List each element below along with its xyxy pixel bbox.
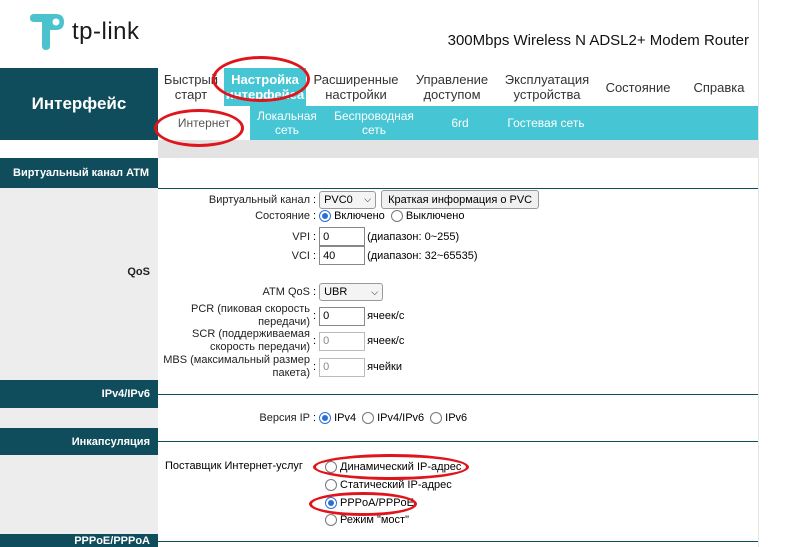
tab-access-management[interactable]: Управление доступом bbox=[406, 68, 498, 106]
section-ipv: IPv4/IPv6 bbox=[0, 380, 158, 408]
chevron-down-icon: ⌵ bbox=[371, 286, 379, 297]
pcr-unit: ячеек/с bbox=[367, 310, 405, 322]
model-title: 300Mbps Wireless N ADSL2+ Modem Router bbox=[447, 32, 749, 49]
vpi-label: VPI bbox=[292, 230, 310, 243]
tab-advanced[interactable]: Расширенные настройки bbox=[306, 68, 406, 106]
ipv4v6-option[interactable]: IPv4/IPv6 bbox=[362, 412, 424, 424]
section-pppoe: PPPoE/PPPoA bbox=[0, 534, 158, 547]
pvc-info-button[interactable]: Краткая информация о PVC bbox=[381, 190, 540, 209]
ipv4-option[interactable]: IPv4 bbox=[319, 412, 356, 424]
tp-link-logo-icon bbox=[30, 14, 64, 50]
tab-interface-setup[interactable]: Настройка интерфейса bbox=[224, 68, 306, 106]
scr-unit: ячеек/с bbox=[367, 335, 405, 347]
row-mbs: MBS (максимальный размер пакета) : 0 яче… bbox=[160, 354, 402, 380]
sub-menu: Интернет Локальная сеть Беспроводная сет… bbox=[158, 106, 758, 140]
isp-static-option[interactable]: Статический IP-адрес bbox=[325, 479, 452, 491]
state-on-radio[interactable] bbox=[319, 210, 332, 222]
page-title: Интерфейс bbox=[0, 68, 158, 140]
subtab-lan[interactable]: Локальная сеть bbox=[250, 106, 324, 140]
divider bbox=[158, 394, 758, 395]
vci-label: VCI bbox=[291, 249, 310, 262]
section-encapsulation: Инкапсуляция bbox=[0, 428, 158, 455]
isp-pppoe-option[interactable]: PPPoA/PPPoE bbox=[325, 497, 414, 509]
tab-maintenance[interactable]: Эксплуатация устройства bbox=[498, 68, 596, 106]
isp-pppoe-radio[interactable] bbox=[325, 497, 337, 509]
divider bbox=[158, 188, 758, 189]
row-atm-qos: ATM QoS : UBR ⌵ bbox=[160, 283, 384, 301]
divider bbox=[158, 541, 758, 542]
row-vci: VCI : 40 (диапазон: 32~65535) bbox=[160, 246, 478, 265]
ipv4v6-radio[interactable] bbox=[362, 412, 375, 424]
top-menu: Быстрый старт Настройка интерфейса Расши… bbox=[158, 68, 758, 106]
logo-text: tp-link bbox=[72, 18, 140, 45]
vpi-range: (диапазон: 0~255) bbox=[367, 230, 460, 243]
tp-link-logo[interactable]: tp-link bbox=[28, 12, 140, 52]
left-column bbox=[0, 158, 158, 547]
scr-label: SCR (поддерживаемая скорость передачи) bbox=[192, 328, 310, 353]
row-scr: SCR (поддерживаемая скорость передачи) :… bbox=[160, 328, 404, 354]
vc-value: PVC0 bbox=[324, 193, 353, 206]
isp-label-row: Поставщик Интернет-услуг bbox=[165, 460, 303, 472]
isp-dynamic-option[interactable]: Динамический IP-адрес bbox=[325, 461, 461, 473]
atm-qos-value: UBR bbox=[324, 286, 348, 298]
ipv6-option[interactable]: IPv6 bbox=[430, 412, 467, 424]
isp-dynamic-radio[interactable] bbox=[325, 461, 337, 473]
row-state: Состояние : Включено Выключено bbox=[160, 210, 470, 222]
isp-bridge-radio[interactable] bbox=[325, 514, 337, 526]
mbs-label: MBS (максимальный размер пакета) bbox=[163, 354, 310, 379]
page-right-edge bbox=[758, 0, 793, 547]
header: tp-link 300Mbps Wireless N ADSL2+ Modem … bbox=[0, 0, 758, 68]
mbs-input[interactable]: 0 bbox=[319, 357, 366, 377]
atm-qos-label: ATM QoS bbox=[262, 286, 310, 298]
vc-label: Виртуальный канал bbox=[208, 193, 310, 206]
vpi-input[interactable]: 0 bbox=[319, 227, 366, 246]
scr-input[interactable]: 0 bbox=[319, 331, 366, 351]
row-ip-version: Версия IP : IPv4 IPv4/IPv6 IPv6 bbox=[160, 412, 473, 424]
subtab-internet[interactable]: Интернет bbox=[158, 106, 250, 140]
section-qos: QoS bbox=[127, 266, 150, 278]
mbs-unit: ячейки bbox=[367, 361, 402, 373]
subtab-6rd[interactable]: 6rd bbox=[424, 106, 496, 140]
tab-status[interactable]: Состояние bbox=[596, 68, 680, 106]
state-label: Состояние bbox=[255, 210, 310, 222]
tab-quick-start[interactable]: Быстрый старт bbox=[158, 68, 224, 106]
vc-select[interactable]: PVC0 ⌵ bbox=[319, 190, 377, 209]
state-off-radio[interactable] bbox=[390, 210, 403, 222]
vci-input[interactable]: 40 bbox=[319, 246, 366, 265]
isp-static-radio[interactable] bbox=[325, 479, 337, 491]
divider bbox=[158, 441, 758, 442]
tab-help[interactable]: Справка bbox=[680, 68, 758, 106]
row-vpi: VPI : 0 (диапазон: 0~255) bbox=[160, 227, 459, 246]
chevron-down-icon: ⌵ bbox=[364, 194, 372, 204]
ipv6-radio[interactable] bbox=[430, 412, 443, 424]
ip-version-label: Версия IP bbox=[259, 412, 310, 424]
isp-bridge-option[interactable]: Режим "мост" bbox=[325, 514, 409, 526]
state-off-option[interactable]: Выключено bbox=[390, 210, 464, 222]
ipv4-radio[interactable] bbox=[319, 412, 332, 424]
menu-separator bbox=[158, 140, 758, 158]
section-atm: Виртуальный канал ATM bbox=[0, 158, 158, 188]
row-virtual-channel: Виртуальный канал : PVC0 ⌵ Краткая инфор… bbox=[160, 190, 540, 209]
subtab-wireless[interactable]: Беспроводная сеть bbox=[324, 106, 424, 140]
subtab-guest-network[interactable]: Гостевая сеть bbox=[496, 106, 596, 140]
isp-label: Поставщик Интернет-услуг bbox=[165, 460, 303, 472]
state-on-option[interactable]: Включено bbox=[319, 210, 385, 222]
row-pcr: PCR (пиковая скорость передачи) : 0 ячее… bbox=[160, 303, 404, 329]
vci-range: (диапазон: 32~65535) bbox=[367, 249, 478, 262]
pcr-input[interactable]: 0 bbox=[319, 306, 366, 326]
atm-qos-select[interactable]: UBR ⌵ bbox=[319, 283, 384, 301]
pcr-label: PCR (пиковая скорость передачи) bbox=[190, 303, 310, 328]
